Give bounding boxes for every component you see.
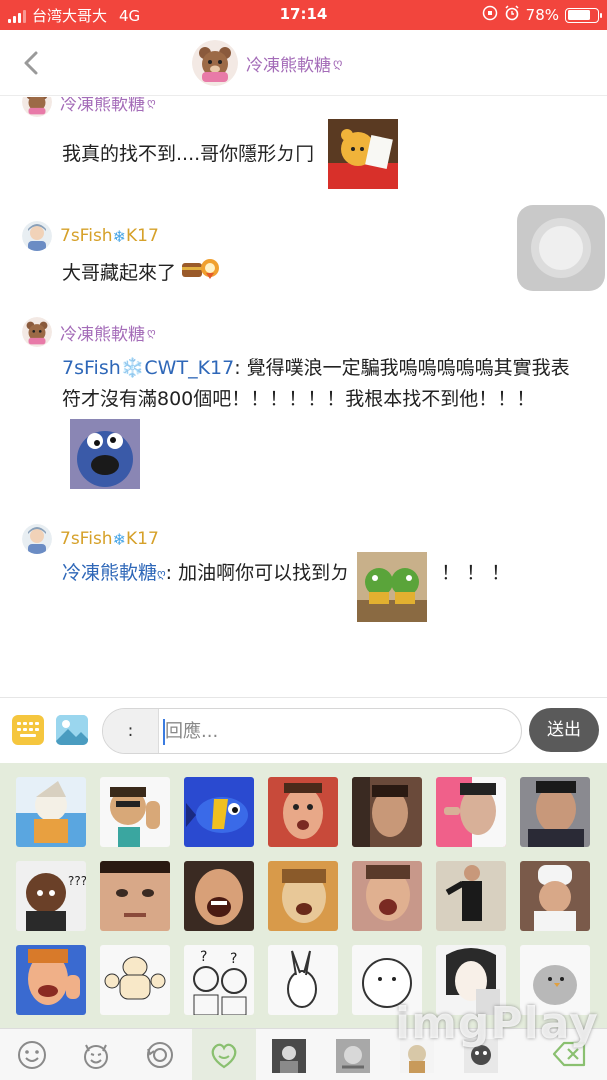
message-text: 冷凍熊軟糖 ღ : 加油啊你可以找到ㄉ ！！！ — [62, 552, 582, 622]
message-1: 冷凍熊軟糖 ღ 我真的找不到....哥你隱形ㄉ冂 — [22, 97, 582, 189]
tab-pack-1[interactable] — [256, 1029, 320, 1080]
cookie-monster-sticker — [70, 419, 140, 489]
send-button[interactable]: 送出 — [529, 708, 599, 752]
mention-link[interactable]: 冷凍熊軟糖 — [62, 558, 157, 589]
confused-guy-sticker[interactable]: ??? — [16, 861, 86, 931]
imgplay-watermark: imgPlay — [395, 998, 599, 1049]
mention-link[interactable]: 7sFish❄️CWT_K17 — [62, 357, 234, 379]
white-rabbit-sticker[interactable] — [268, 945, 338, 1015]
battery-percent: 78% — [525, 6, 559, 24]
sender-name[interactable]: 7sFish — [60, 529, 113, 549]
chef-sticker[interactable] — [520, 861, 590, 931]
status-bar: 台湾大哥大 4G 17:14 78% — [0, 0, 607, 30]
message-3: 冷凍熊軟糖 ღ 7sFish❄️CWT_K17: 覺得噗浪一定騙我嗚嗚嗚嗚嗚其實… — [22, 317, 582, 489]
message-4: 7sFish ❄ K17 冷凍熊軟糖 ღ : 加油啊你可以找到ㄉ ！！！ — [22, 524, 582, 622]
frogs-cheering-sticker — [357, 552, 428, 622]
pointing-man-sticker[interactable] — [436, 777, 506, 847]
battery-icon — [565, 7, 602, 23]
message-sender: 冷凍熊軟糖 ღ — [22, 97, 582, 117]
chat-header: 冷凍熊軟糖 ღ — [0, 30, 607, 96]
waving-guy-sticker[interactable] — [100, 777, 170, 847]
header-name: 冷凍熊軟糖 — [246, 55, 331, 76]
snowflake-icon: ❄ — [112, 529, 126, 549]
heart-face-icon — [211, 1043, 237, 1069]
cartoon-wizard-sticker[interactable] — [16, 777, 86, 847]
smiley-icon — [18, 1041, 46, 1069]
chevron-left-icon — [24, 51, 38, 75]
custom-pack-1-icon — [272, 1039, 306, 1073]
tab-heart[interactable] — [192, 1029, 256, 1080]
tab-pack-2[interactable] — [320, 1029, 384, 1080]
blue-fish-sticker[interactable] — [184, 777, 254, 847]
sticker-panel: ??? ?? — [0, 763, 607, 1028]
snowflake-icon: ❄ — [112, 226, 126, 246]
screaming-man-sticker[interactable] — [352, 861, 422, 931]
back-button[interactable] — [16, 46, 50, 80]
alarm-icon — [504, 5, 520, 25]
message-text: 大哥藏起來了 — [62, 255, 582, 291]
confused-couple-sticker[interactable]: ?? — [184, 945, 254, 1015]
closeup-face-sticker[interactable] — [100, 861, 170, 931]
reply-input[interactable] — [165, 717, 515, 745]
winnie-pooh-reading-sticker — [328, 119, 399, 189]
rotation-lock-icon — [482, 5, 498, 25]
bear-avatar — [22, 97, 52, 117]
message-body: 我真的找不到....哥你隱形ㄉ冂 — [62, 142, 315, 165]
message-sender: 7sFish ❄ K17 — [22, 524, 582, 554]
heart-ribbon-icon: ღ — [147, 97, 156, 109]
heart-ribbon-icon: ღ — [147, 325, 156, 339]
tab-devil[interactable] — [64, 1029, 128, 1080]
sweating-man-sticker[interactable] — [520, 777, 590, 847]
custom-pack-2-icon — [336, 1039, 370, 1073]
fish-avatar — [22, 221, 52, 251]
reply-input-wrapper[interactable]: : — [102, 708, 522, 754]
fish-avatar — [22, 524, 52, 554]
svg-text:?: ? — [230, 951, 237, 967]
image-icon[interactable] — [56, 715, 88, 745]
sender-badge: K17 — [125, 529, 159, 549]
heart-ribbon-icon: ღ — [157, 567, 166, 580]
treasure-emoji — [180, 255, 220, 291]
message-sender: 7sFish ❄ K17 — [22, 221, 582, 251]
chat-list[interactable]: 冷凍熊軟糖 ღ 我真的找不到....哥你隱形ㄉ冂 7sFish ❄ K17 大哥… — [0, 97, 607, 695]
message-body: 大哥藏起來了 — [62, 261, 177, 284]
svg-text:???: ??? — [68, 874, 86, 888]
bear-avatar — [192, 40, 238, 86]
sender-name[interactable]: 7sFish — [60, 226, 113, 246]
shouting-man-sticker[interactable] — [268, 861, 338, 931]
crying-man-sticker[interactable] — [352, 777, 422, 847]
bear-avatar — [22, 317, 52, 347]
composer-bar: : 送出 — [0, 697, 607, 763]
header-title[interactable]: 冷凍熊軟糖 ღ — [192, 40, 342, 86]
tab-recent[interactable] — [128, 1029, 192, 1080]
message-sender: 冷凍熊軟糖 ღ — [22, 317, 582, 347]
svg-text:?: ? — [200, 949, 207, 965]
keyboard-icon[interactable] — [12, 715, 44, 745]
heart-ribbon-icon: ღ — [333, 56, 343, 70]
laughing-face-sticker[interactable] — [184, 861, 254, 931]
sender-name[interactable]: 冷凍熊軟糖 — [60, 97, 145, 115]
qualifier-selector[interactable]: : — [103, 709, 159, 753]
message-text: 7sFish❄️CWT_K17: 覺得噗浪一定騙我嗚嗚嗚嗚嗚其實我表符才沒有滿8… — [62, 353, 582, 489]
message-2: 7sFish ❄ K17 大哥藏起來了 — [22, 221, 582, 291]
devil-face-icon — [84, 1044, 108, 1069]
message-body: : 加油啊你可以找到ㄉ — [165, 562, 350, 584]
battery-fill — [567, 10, 591, 20]
muscle-cat-sticker[interactable] — [100, 945, 170, 1015]
status-right: 78% — [482, 5, 602, 25]
sender-badge: K17 — [125, 226, 159, 246]
shocked-wrestler-sticker[interactable] — [268, 777, 338, 847]
message-text: 我真的找不到....哥你隱形ㄉ冂 — [62, 119, 582, 189]
tab-smiley[interactable] — [0, 1029, 64, 1080]
message-trailing: ！！！ — [441, 562, 517, 584]
happy-host-sticker[interactable] — [16, 945, 86, 1015]
sender-name[interactable]: 冷凍熊軟糖 — [60, 320, 145, 345]
dancing-man-sticker[interactable] — [436, 861, 506, 931]
recent-icon — [147, 1042, 173, 1068]
